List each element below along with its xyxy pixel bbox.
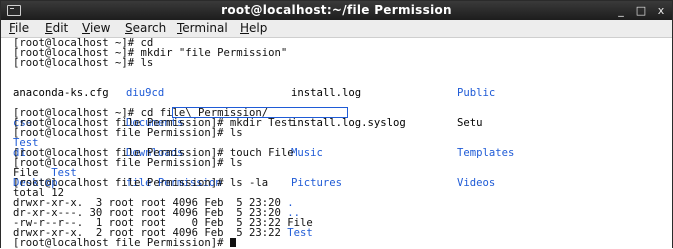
ls-entry-directory: diu9cd (126, 87, 165, 99)
ls-entry: anaconda-ks.cfg (13, 87, 109, 99)
terminal-line: [root@localhost file Permission]# (13, 238, 236, 248)
menu-view[interactable]: View (82, 21, 110, 35)
prompt: [root@localhost file Permission]# (13, 237, 230, 249)
menu-edit[interactable]: Edit (45, 21, 68, 35)
ls-entry: install.log (291, 87, 362, 99)
menu-help[interactable]: Help (240, 21, 267, 35)
terminal-line: [root@localhost ~]# ls (13, 57, 154, 69)
ls-entry-directory: Videos (457, 177, 496, 189)
window-title: root@localhost:~/file Permission (221, 3, 452, 17)
maximize-button[interactable]: □ (634, 3, 648, 18)
menu-file[interactable]: File (9, 21, 29, 35)
title-bar[interactable]: root@localhost:~/file Permission _ □ x (1, 1, 672, 20)
menu-search[interactable]: Search (125, 21, 166, 35)
ls-entry: Setu (457, 117, 483, 129)
terminal-window: root@localhost:~/file Permission _ □ x F… (0, 0, 673, 248)
ls-entry-directory: Pictures (291, 177, 343, 189)
ls-entry-directory: Templates (457, 147, 515, 159)
terminal-line: [root@localhost file Permission]# ls (13, 127, 243, 139)
close-button[interactable]: x (654, 3, 668, 18)
menu-bar: File Edit View Search Terminal Help (1, 20, 672, 38)
ls-entry-directory: Test (287, 227, 313, 239)
text-cursor (229, 238, 236, 247)
ls-column-3: install.log install.log.syslog Music Pic… (291, 68, 406, 208)
ls-entry: install.log.syslog (291, 117, 406, 129)
ls-entry-directory: Public (457, 87, 496, 99)
ls-entry-directory: Music (291, 147, 323, 159)
menu-terminal[interactable]: Terminal (177, 21, 228, 35)
terminal-output[interactable]: [root@localhost ~]# cd [root@localhost ~… (1, 38, 672, 248)
window-controls: _ □ x (614, 3, 668, 18)
ls-column-4: Public Setu Templates Videos (457, 68, 514, 208)
minimize-button[interactable]: _ (614, 3, 628, 18)
